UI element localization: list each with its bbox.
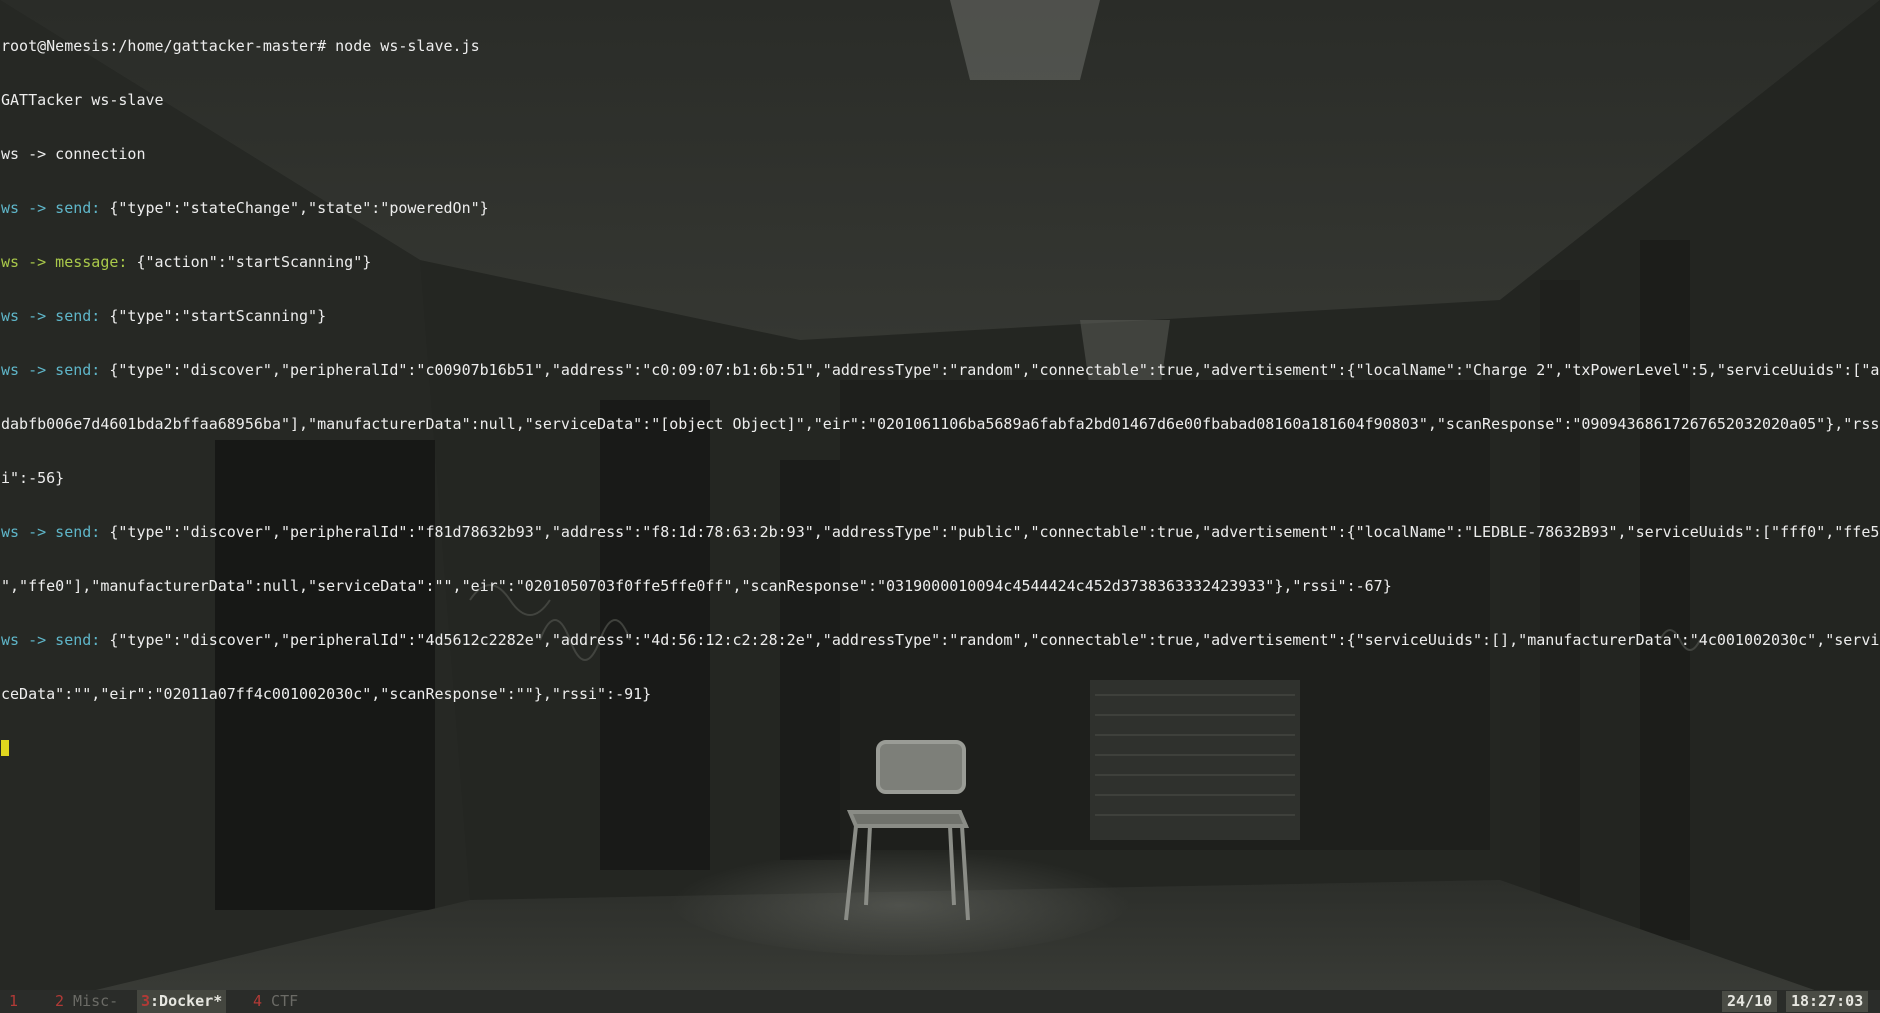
- terminal-line: root@Nemesis:/home/gattacker-master# nod…: [1, 37, 480, 55]
- log-prefix: ws -> send:: [1, 523, 101, 541]
- log-prefix: ws -> send:: [1, 361, 101, 379]
- log-prefix: ws -> send:: [1, 307, 101, 325]
- tmux-pane-position: 24/10: [1722, 991, 1778, 1012]
- terminal-prompt-line[interactable]: [1, 739, 1879, 757]
- terminal-line: ws -> send: {"type":"discover","peripher…: [1, 523, 1879, 541]
- terminal-line: dabfb006e7d4601bda2bffaa68956ba"],"manuf…: [1, 415, 1879, 433]
- log-prefix: ws -> send:: [1, 631, 101, 649]
- terminal-line: ws -> send: {"type":"discover","peripher…: [1, 631, 1879, 649]
- log-prefix: ws -> send:: [1, 199, 101, 217]
- log-prefix: ws -> message:: [1, 253, 128, 271]
- tmux-status-bar: 1 2 Misc- 3:Docker* 4 CTF 24/10 18:27:03: [0, 990, 1880, 1013]
- tmux-window-docker[interactable]: 3:Docker*: [137, 990, 227, 1013]
- terminal-line: GATTacker ws-slave: [1, 91, 164, 109]
- terminal-line: i":-56}: [1, 469, 65, 487]
- terminal-line: ws -> send: {"type":"startScanning"}: [1, 307, 327, 325]
- terminal-line: ws -> message: {"action":"startScanning"…: [1, 253, 372, 271]
- terminal-line: ","ffe0"],"manufacturerData":null,"servi…: [1, 577, 1392, 595]
- terminal-line: ws -> send: {"type":"discover","peripher…: [1, 361, 1879, 379]
- tmux-window-misc[interactable]: 2 Misc-: [55, 990, 118, 1013]
- terminal-cursor: [1, 740, 9, 756]
- tmux-window-1[interactable]: 1: [9, 990, 18, 1013]
- terminal-line: ceData":"","eir":"02011a07ff4c001002030c…: [1, 685, 652, 703]
- terminal-line: ws -> connection: [1, 145, 146, 163]
- tmux-window-ctf[interactable]: 4 CTF: [253, 990, 298, 1013]
- terminal-output[interactable]: root@Nemesis:/home/gattacker-master# nod…: [1, 1, 1879, 991]
- terminal-line: ws -> send: {"type":"stateChange","state…: [1, 199, 489, 217]
- tmux-clock: 18:27:03: [1786, 991, 1869, 1012]
